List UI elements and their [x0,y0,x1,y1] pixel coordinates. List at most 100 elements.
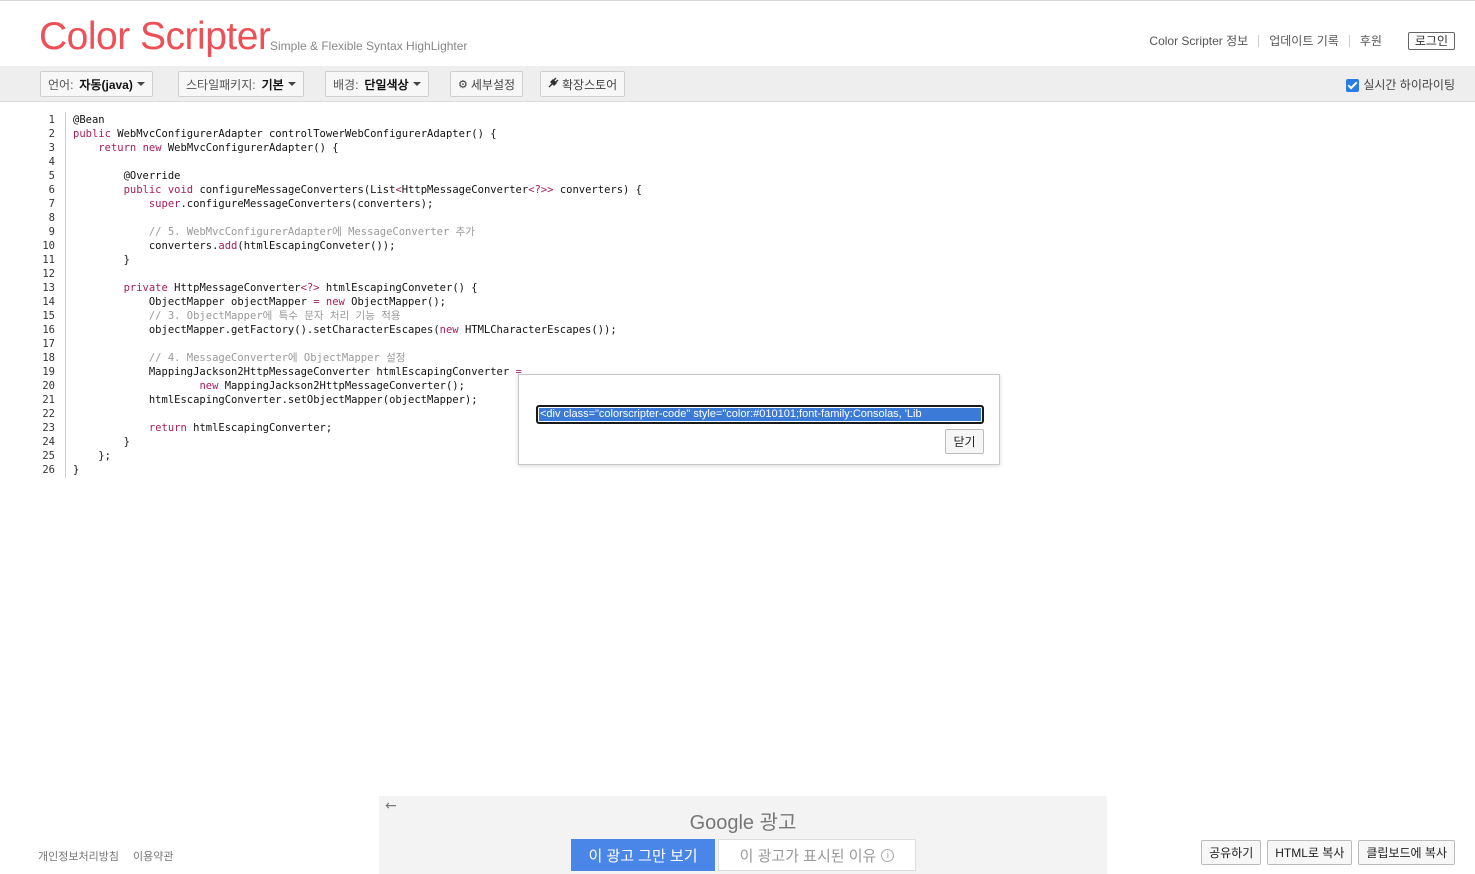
comment-token: // 3. ObjectMapper에 특수 문자 처리 기능 적용 [148,310,401,322]
line-number: 16 [42,324,55,336]
line-number: 23 [42,422,55,434]
code-token: }; [73,450,111,462]
code-token: configureMessageConverters(List [193,184,396,196]
line-number: 21 [42,394,55,406]
code-line: 9 // 5. WebMvcConfigurerAdapter에 Message… [0,225,1475,239]
background-label: 배경: [333,77,359,92]
line-number: 1 [48,114,55,126]
style-value: 기본 [261,77,284,92]
privacy-policy-link[interactable]: 개인정보처리방침 [38,848,119,864]
line-number: 6 [48,184,55,196]
code-token: @Bean [73,114,105,126]
line-number: 18 [42,352,55,364]
code-text: @Override [73,169,181,183]
keyword-token: new [439,324,459,336]
extension-store-label: 확장스토어 [562,77,618,92]
keyword-token: public [73,128,111,140]
settings-label: 세부설정 [470,77,516,92]
comment-token: // 5. WebMvcConfigurerAdapter에 MessageCo… [148,226,475,238]
code-text: // 4. MessageConverter에 ObjectMapper 설정 [73,351,406,365]
toolbar: 언어: 자동(java) 스타일패키지: 기본 배경: 단일색상 ⚙ 세부설정 … [0,66,1475,102]
line-number: 25 [42,450,55,462]
code-token: } [73,464,80,476]
line-number: 4 [48,156,55,168]
code-line: 11 } [0,253,1475,267]
line-number: 5 [48,170,55,182]
line-number: 24 [42,436,55,448]
code-text: objectMapper.getFactory().setCharacterEs… [73,323,617,337]
code-token: HTMLCharacterEscapes()); [458,324,617,336]
keyword-token: new [142,142,162,154]
code-token: objectMapper.getFactory().setCharacterEs… [73,324,440,336]
login-button[interactable]: 로그인 [1407,32,1455,50]
code-token: HttpMessageConverter [167,282,301,294]
language-value: 자동(java) [79,77,133,92]
line-number: 10 [42,240,55,252]
selected-html-text[interactable]: <div class="colorscripter-code" style="c… [539,408,981,421]
chevron-down-icon [287,82,296,86]
style-package-dropdown[interactable]: 스타일패키지: 기본 [178,71,304,97]
code-text: }; [73,449,111,463]
keyword-token: add [218,240,238,252]
language-dropdown[interactable]: 언어: 자동(java) [40,71,153,97]
code-text: } [73,253,130,267]
header: Color Scripter Simple & Flexible Syntax … [0,1,1475,66]
code-token: } [73,254,130,266]
code-token: WebMvcConfigurerAdapter controlTowerWebC… [110,128,497,140]
code-line: 12 [0,267,1475,281]
code-text: super.configureMessageConverters(convert… [73,197,433,211]
realtime-checkbox[interactable] [1346,79,1360,92]
line-number: 20 [42,380,55,392]
html-copy-dialog: <div class="colorscripter-code" style="c… [518,374,1000,465]
keyword-token: private [123,282,168,294]
logo[interactable]: Color Scripter [39,15,271,59]
stop-ad-button[interactable]: 이 광고 그만 보기 [571,839,715,871]
code-token: .configureMessageConverters(converters); [180,198,434,210]
comment-token: // 4. MessageConverter에 ObjectMapper 설정 [148,352,406,364]
copy-html-button[interactable]: HTML로 복사 [1267,840,1353,865]
line-number: 11 [42,254,55,266]
code-text: converters.add(htmlEscapingConveter()); [73,239,396,253]
code-line: 6 public void configureMessageConverters… [0,183,1475,197]
copy-clipboard-button[interactable]: 클립보드에 복사 [1358,840,1455,865]
nav-donate[interactable]: 후원 [1350,33,1392,49]
code-line: 26} [0,463,1475,477]
close-button[interactable]: 닫기 [945,429,984,454]
nav-update-log[interactable]: 업데이트 기록 [1259,33,1349,49]
nav-about[interactable]: Color Scripter 정보 [1139,33,1258,49]
code-line: 17 [0,337,1475,351]
settings-button[interactable]: ⚙ 세부설정 [450,71,524,97]
code-line: 16 objectMapper.getFactory().setCharacte… [0,323,1475,337]
code-text: private HttpMessageConverter<?> htmlEsca… [73,281,478,295]
why-ad-button[interactable]: 이 광고가 표시된 이유 i [718,839,916,871]
realtime-highlight-toggle[interactable]: 실시간 하이라이팅 [1346,76,1455,93]
background-dropdown[interactable]: 배경: 단일색상 [325,71,429,97]
code-line: 13 private HttpMessageConverter<?> htmlE… [0,281,1475,295]
html-output-field[interactable]: <div class="colorscripter-code" style="c… [536,405,984,424]
keyword-token: super [148,198,181,210]
line-number: 7 [48,198,55,210]
code-line: 4 [0,155,1475,169]
line-number: 9 [48,226,55,238]
extension-store-button[interactable]: 확장스토어 [540,71,626,97]
realtime-label: 실시간 하이라이팅 [1363,78,1455,92]
code-text: htmlEscapingConverter.setObjectMapper(ob… [73,393,478,407]
terms-link[interactable]: 이용약관 [133,848,173,864]
keyword-token: new [325,296,345,308]
code-text: public void configureMessageConverters(L… [73,183,642,197]
gear-icon: ⚙ [458,78,468,91]
code-token: ObjectMapper objectMapper [73,296,314,308]
line-number: 8 [48,212,55,224]
line-number: 19 [42,366,55,378]
code-text: ObjectMapper objectMapper = new ObjectMa… [73,295,446,309]
line-number: 3 [48,142,55,154]
code-line: 7 super.configureMessageConverters(conve… [0,197,1475,211]
code-line: 15 // 3. ObjectMapper에 특수 문자 처리 기능 적용 [0,309,1475,323]
line-number: 12 [42,268,55,280]
share-button[interactable]: 공유하기 [1201,840,1262,865]
